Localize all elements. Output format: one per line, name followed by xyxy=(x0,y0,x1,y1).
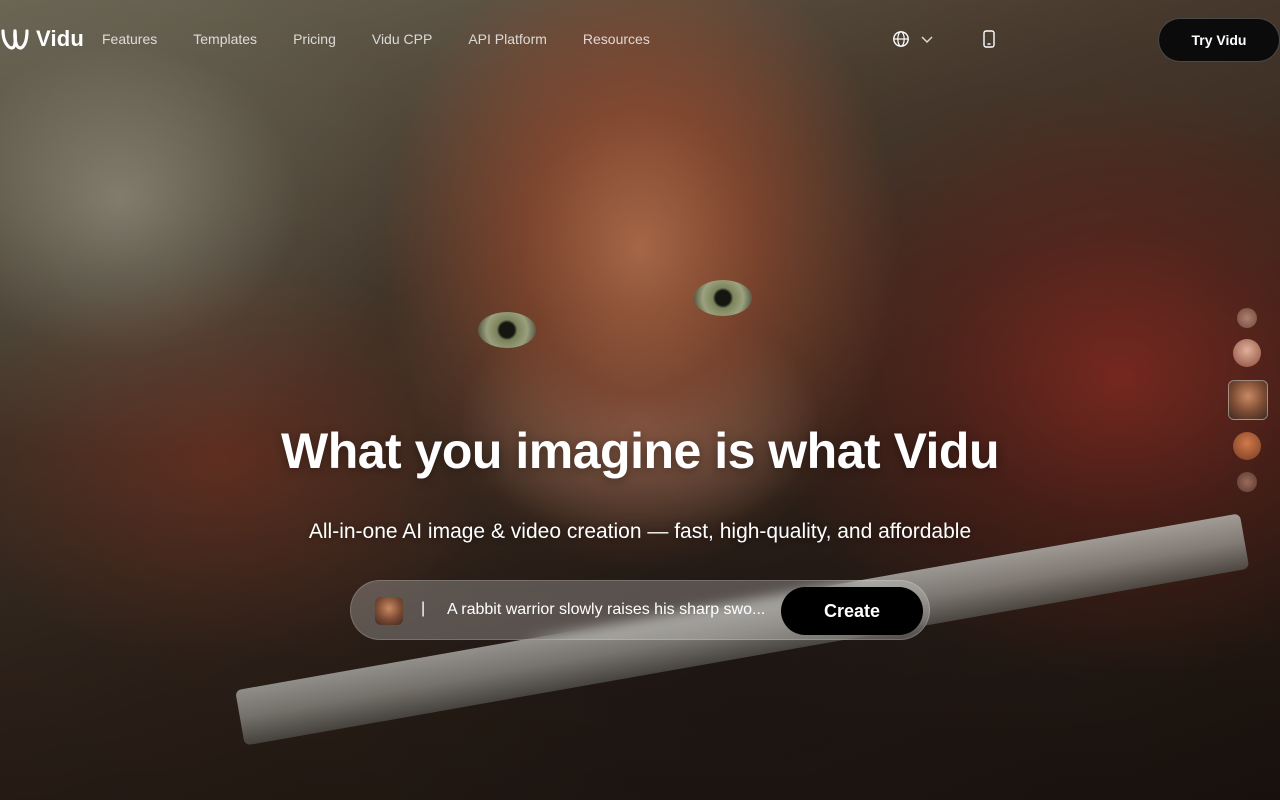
prompt-input[interactable]: A rabbit warrior slowly raises his sharp… xyxy=(447,601,777,619)
nav-actions: Try Vidu xyxy=(893,18,1280,62)
rail-thumbnail-1[interactable] xyxy=(1237,308,1257,328)
nav-link-pricing[interactable]: Pricing xyxy=(293,31,336,47)
chevron-down-icon xyxy=(921,36,933,44)
hero-subheadline: All-in-one AI image & video creation — f… xyxy=(308,520,972,543)
try-vidu-button[interactable]: Try Vidu xyxy=(1158,18,1280,62)
vidu-logo-icon xyxy=(1,29,29,50)
nav-link-features[interactable]: Features xyxy=(102,31,157,47)
rail-thumbnail-4[interactable] xyxy=(1233,432,1261,460)
prompt-caret: | xyxy=(421,600,426,617)
prompt-thumbnail xyxy=(375,597,403,625)
example-thumbnail-rail xyxy=(1226,300,1270,500)
mobile-app-button[interactable] xyxy=(982,30,996,53)
rail-thumbnail-5[interactable] xyxy=(1237,472,1257,492)
language-selector[interactable] xyxy=(892,30,934,48)
create-button[interactable]: Create xyxy=(781,587,923,635)
globe-icon xyxy=(893,31,909,47)
prompt-bar[interactable]: | A rabbit warrior slowly raises his sha… xyxy=(350,580,930,640)
mobile-phone-icon xyxy=(983,30,995,48)
nav-link-templates[interactable]: Templates xyxy=(193,31,257,47)
nav-links: Features Templates Pricing Vidu CPP API … xyxy=(102,31,686,47)
hero-headline: What you imagine is what Vidu xyxy=(281,423,1000,479)
top-navigation: Vidu Features Templates Pricing Vidu CPP… xyxy=(0,0,1280,80)
rail-thumbnail-2[interactable] xyxy=(1233,339,1261,367)
rail-thumbnail-3[interactable] xyxy=(1228,380,1268,420)
nav-link-resources[interactable]: Resources xyxy=(583,31,650,47)
nav-link-vidu-cpp[interactable]: Vidu CPP xyxy=(372,31,432,47)
brand-name: Vidu xyxy=(36,26,85,51)
hero-overlay xyxy=(0,0,1280,800)
vidu-logo[interactable]: Vidu xyxy=(0,24,84,54)
nav-link-api-platform[interactable]: API Platform xyxy=(468,31,547,47)
